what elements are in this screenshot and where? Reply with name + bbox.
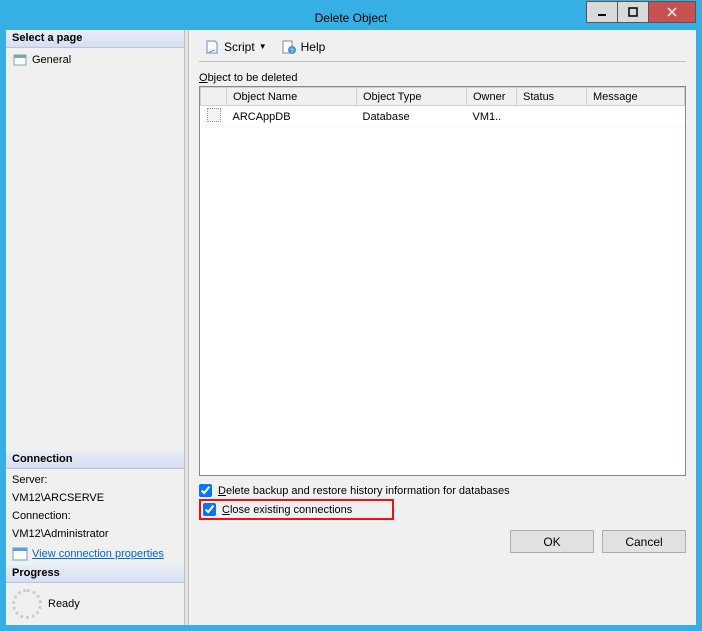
left-pane: Select a page General Connection Server:…	[6, 30, 184, 625]
properties-icon	[12, 546, 28, 562]
cell-status	[517, 106, 587, 128]
view-connection-properties-label: View connection properties	[32, 548, 164, 560]
view-connection-properties-link[interactable]: View connection properties	[12, 546, 178, 562]
delete-history-label: Delete backup and restore history inform…	[218, 485, 510, 497]
grid-header-row: Object Name Object Type Owner Status Mes…	[201, 88, 685, 106]
close-connections-label: Close existing connections	[222, 504, 352, 516]
grid-label: OObject to be deletedbject to be deleted	[199, 72, 686, 84]
help-button[interactable]: ? Help	[276, 36, 331, 58]
progress-status: Ready	[48, 598, 80, 610]
connection-header: Connection	[6, 451, 184, 469]
maximize-button[interactable]	[617, 1, 649, 23]
delete-history-row[interactable]: Delete backup and restore history inform…	[199, 482, 686, 499]
close-connections-row[interactable]: Close existing connections Close existin…	[199, 499, 394, 520]
right-pane: Script ▼ ? Help OObject to be deletedbje…	[189, 30, 696, 625]
toolbar: Script ▼ ? Help	[199, 36, 686, 62]
server-value: VM12\ARCSERVE	[12, 492, 178, 504]
minimize-button[interactable]	[586, 1, 618, 23]
ok-button[interactable]: OK	[510, 530, 594, 553]
col-message[interactable]: Message	[587, 88, 685, 106]
cell-message	[587, 106, 685, 128]
table-row[interactable]: ARCAppDB Database VM1..	[201, 106, 685, 128]
delete-history-checkbox[interactable]	[199, 484, 212, 497]
connection-label: Connection:	[12, 510, 178, 522]
col-owner[interactable]: Owner	[467, 88, 517, 106]
select-page-header: Select a page	[6, 30, 184, 48]
col-status[interactable]: Status	[517, 88, 587, 106]
help-icon: ?	[281, 39, 297, 55]
page-label: General	[32, 54, 71, 66]
script-label: Script	[224, 40, 255, 54]
progress-spinner-icon	[12, 589, 42, 619]
progress-header: Progress	[6, 565, 184, 583]
script-button[interactable]: Script ▼	[199, 36, 272, 58]
cell-owner: VM1..	[467, 106, 517, 128]
cell-object-name: ARCAppDB	[227, 106, 357, 128]
script-icon	[204, 39, 220, 55]
close-button[interactable]	[648, 1, 696, 23]
close-connections-checkbox[interactable]	[203, 503, 216, 516]
row-icon	[207, 108, 221, 122]
page-item-general[interactable]: General	[12, 51, 178, 69]
titlebar[interactable]: Delete Object	[6, 6, 696, 30]
cancel-button[interactable]: Cancel	[602, 530, 686, 553]
dropdown-caret-icon[interactable]: ▼	[259, 42, 267, 51]
col-object-name[interactable]: Object Name	[227, 88, 357, 106]
help-label: Help	[301, 40, 326, 54]
page-icon	[12, 52, 28, 68]
col-object-type[interactable]: Object Type	[357, 88, 467, 106]
cell-object-type: Database	[357, 106, 467, 128]
connection-value: VM12\Administrator	[12, 528, 178, 540]
objects-grid[interactable]: Object Name Object Type Owner Status Mes…	[199, 86, 686, 476]
server-label: Server:	[12, 474, 178, 486]
